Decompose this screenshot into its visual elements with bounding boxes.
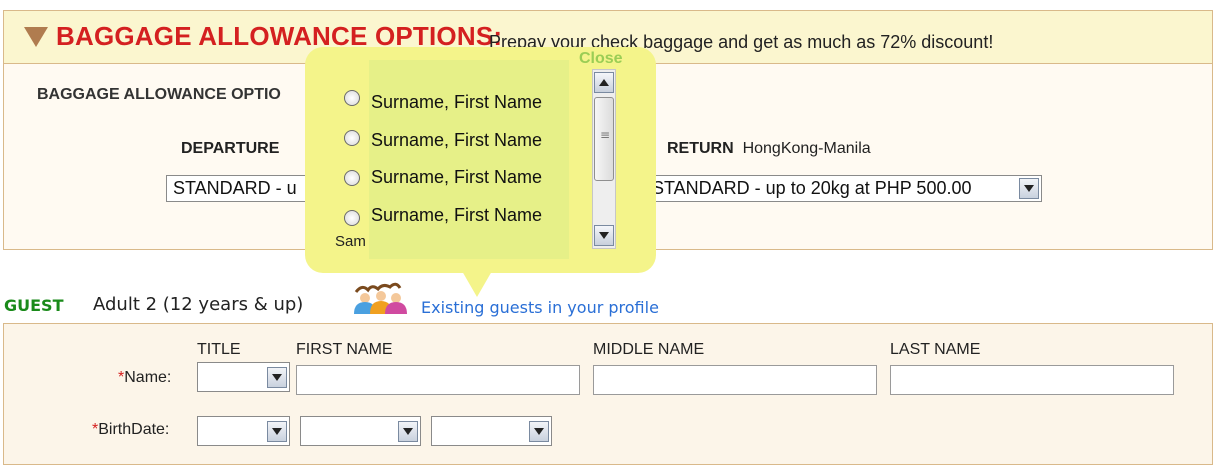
title-column-label: TITLE — [197, 341, 241, 358]
birthdate-label: BirthDate: — [98, 421, 170, 438]
last-name-input[interactable] — [890, 365, 1174, 395]
guest-name-option-1[interactable]: Surname, First Name — [371, 92, 542, 113]
popup-scrollbar[interactable] — [592, 69, 616, 249]
name-label: Name: — [124, 369, 172, 386]
guest-radio-3[interactable] — [344, 170, 360, 186]
chevron-down-icon[interactable] — [529, 421, 549, 442]
guest-radio-4[interactable] — [344, 210, 360, 226]
title-select[interactable] — [197, 362, 290, 392]
chevron-down-icon[interactable] — [398, 421, 418, 442]
guest-name-option-5-partial: Sam — [335, 233, 366, 246]
middle-name-column-label: MIDDLE NAME — [593, 341, 705, 358]
baggage-options-label: BAGGAGE ALLOWANCE OPTIO — [37, 86, 281, 103]
guest-radio-1[interactable] — [344, 90, 360, 106]
close-link[interactable]: Close — [579, 50, 623, 68]
last-name-column-label: LAST NAME — [890, 341, 981, 358]
chevron-down-icon[interactable] — [267, 367, 287, 388]
chevron-down-icon[interactable] — [1019, 178, 1039, 199]
guest-name-list — [369, 60, 569, 259]
guest-radio-2[interactable] — [344, 130, 360, 146]
guest-name-option-2[interactable]: Surname, First Name — [371, 130, 542, 151]
guest-name-option-4[interactable]: Surname, First Name — [371, 205, 542, 226]
return-baggage-select[interactable]: STANDARD - up to 20kg at PHP 500.00 — [645, 175, 1042, 202]
people-icon[interactable] — [352, 278, 408, 314]
return-baggage-value: STANDARD - up to 20kg at PHP 500.00 — [652, 178, 972, 198]
first-name-input[interactable] — [296, 365, 580, 395]
guest-type: Adult 2 (12 years & up) — [93, 294, 304, 315]
birthdate-row-label: *BirthDate: — [92, 421, 169, 439]
triangle-down-icon[interactable] — [24, 27, 48, 47]
birth-year-select[interactable] — [431, 416, 552, 446]
scroll-up-icon[interactable] — [594, 72, 614, 93]
chevron-down-icon[interactable] — [267, 421, 287, 442]
birth-month-select[interactable] — [300, 416, 421, 446]
first-name-column-label: FIRST NAME — [296, 341, 393, 358]
return-heading: RETURN HongKong-Manila — [667, 140, 871, 158]
departure-baggage-value: STANDARD - u — [173, 178, 297, 198]
guest-name-option-3[interactable]: Surname, First Name — [371, 167, 542, 188]
guest-label: GUEST — [4, 296, 64, 315]
middle-name-input[interactable] — [593, 365, 877, 395]
scroll-thumb[interactable] — [594, 97, 614, 181]
birth-day-select[interactable] — [197, 416, 290, 446]
popup-pointer — [462, 271, 492, 297]
return-label: RETURN — [667, 140, 734, 157]
scroll-down-icon[interactable] — [594, 225, 614, 246]
departure-label: DEPARTURE — [181, 140, 280, 157]
existing-guests-link[interactable]: Existing guests in your profile — [421, 298, 659, 317]
name-row-label: *Name: — [118, 369, 171, 387]
return-route: HongKong-Manila — [742, 140, 871, 157]
departure-baggage-select[interactable]: STANDARD - u — [166, 175, 316, 202]
